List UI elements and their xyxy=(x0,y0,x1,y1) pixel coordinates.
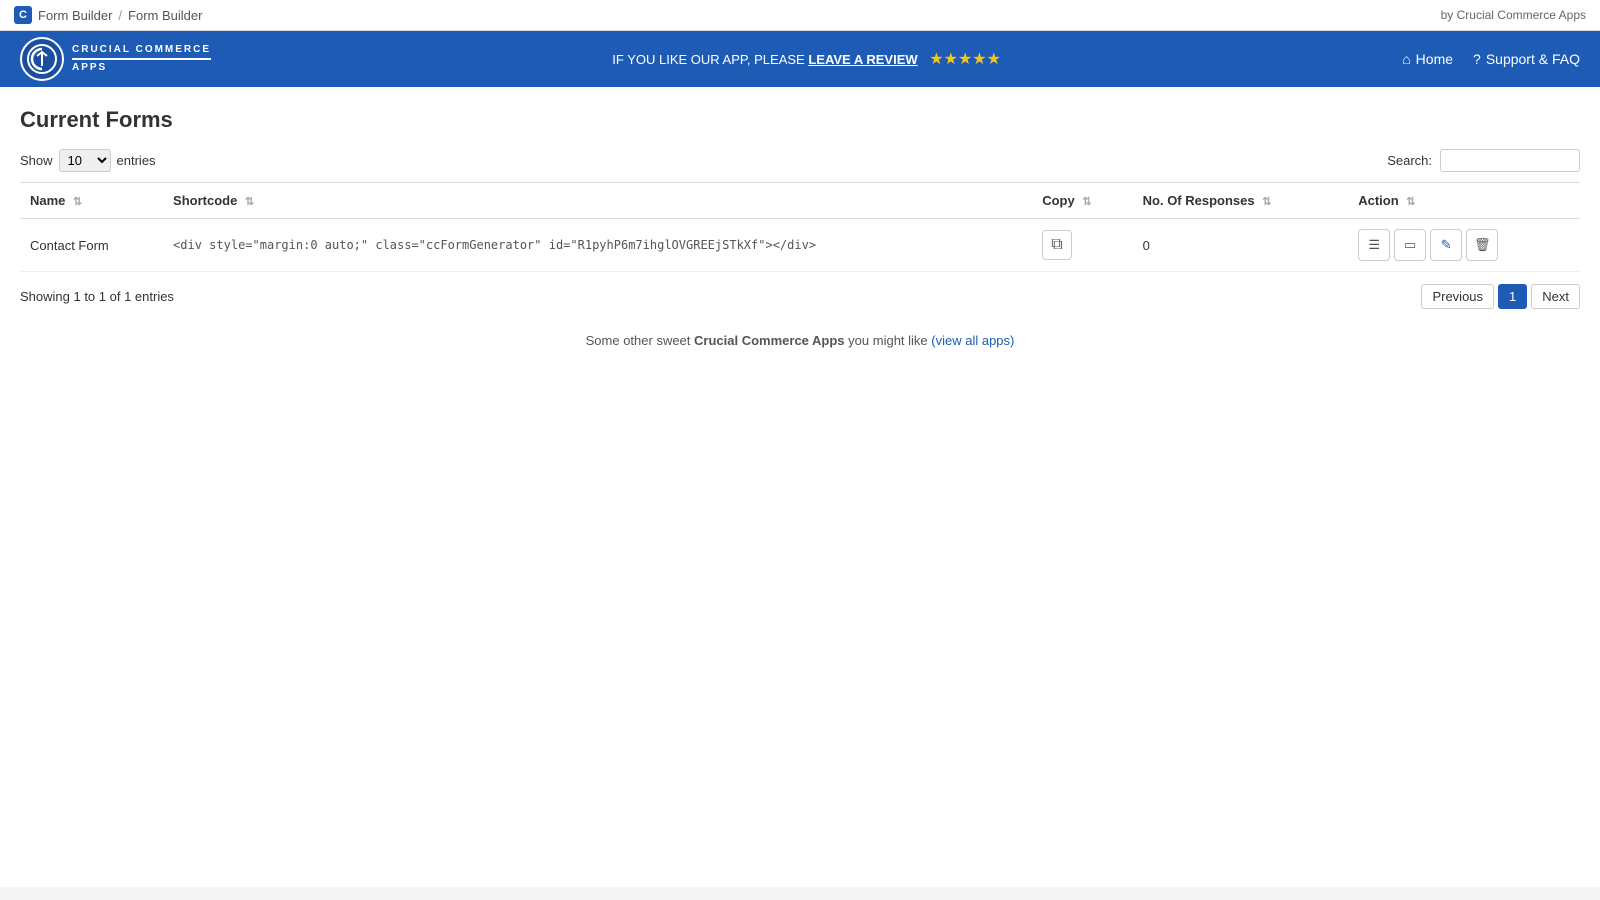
footer-note: Some other sweet Crucial Commerce Apps y… xyxy=(20,333,1580,348)
top-bar: C Form Builder / Form Builder by Crucial… xyxy=(0,0,1600,31)
breadcrumb-1[interactable]: Form Builder xyxy=(38,8,112,23)
breadcrumb-separator: / xyxy=(118,8,122,23)
search-row: Search: xyxy=(1387,149,1580,172)
table-header: Name ⇅ Shortcode ⇅ Copy ⇅ No. Of Respons… xyxy=(20,183,1580,219)
col-responses: No. Of Responses ⇅ xyxy=(1133,183,1349,219)
copy-cell: ⧉ xyxy=(1032,219,1132,272)
nav-right: ⌂ Home ? Support & FAQ xyxy=(1402,51,1580,67)
view-all-apps-link[interactable]: (view all apps) xyxy=(931,333,1014,348)
trash-icon: 🗑 xyxy=(1474,237,1491,253)
nav-center-promo: IF YOU LIKE OUR APP, PLEASE LEAVE A REVI… xyxy=(211,49,1402,69)
action-cell: ☰ ▭ ✎ 🗑 xyxy=(1348,219,1580,272)
nav-logo-icon xyxy=(20,37,64,81)
support-nav-item[interactable]: ? Support & FAQ xyxy=(1473,51,1580,67)
footer-text-before: Some other sweet xyxy=(586,333,691,348)
nav-bar: CRUCIAL COMMERCE APPS IF YOU LIKE OUR AP… xyxy=(0,31,1600,87)
promo-text: IF YOU LIKE OUR APP, PLEASE xyxy=(612,52,804,67)
entries-label: entries xyxy=(117,153,156,168)
entries-per-page-select[interactable]: 10 25 50 100 xyxy=(59,149,111,172)
forms-table: Name ⇅ Shortcode ⇅ Copy ⇅ No. Of Respons… xyxy=(20,182,1580,272)
sort-copy-icon[interactable]: ⇅ xyxy=(1082,196,1091,208)
edit-button[interactable]: ✎ xyxy=(1430,229,1462,261)
delete-button[interactable]: 🗑 xyxy=(1466,229,1498,261)
show-entries: Show 10 25 50 100 entries xyxy=(20,149,156,172)
col-action: Action ⇅ xyxy=(1348,183,1580,219)
showing-entries-text: Showing 1 to 1 of 1 entries xyxy=(20,289,174,304)
preview-icon: ▭ xyxy=(1404,237,1416,253)
support-label: Support & FAQ xyxy=(1486,51,1580,67)
action-buttons: ☰ ▭ ✎ 🗑 xyxy=(1358,229,1570,261)
sort-responses-icon[interactable]: ⇅ xyxy=(1262,196,1271,208)
sort-action-icon[interactable]: ⇅ xyxy=(1406,196,1415,208)
sort-shortcode-icon[interactable]: ⇅ xyxy=(245,196,254,208)
responses-cell: 0 xyxy=(1133,219,1349,272)
copy-shortcode-button[interactable]: ⧉ xyxy=(1042,230,1071,260)
table-body: Contact Form <div style="margin:0 auto;"… xyxy=(20,219,1580,272)
top-bar-by-label: by Crucial Commerce Apps xyxy=(1441,8,1586,22)
shortcode-cell: <div style="margin:0 auto;" class="ccFor… xyxy=(163,219,1032,272)
form-name-cell: Contact Form xyxy=(20,219,163,272)
sort-name-icon[interactable]: ⇅ xyxy=(73,196,82,208)
current-page-number[interactable]: 1 xyxy=(1498,284,1527,309)
home-nav-item[interactable]: ⌂ Home xyxy=(1402,51,1453,67)
search-label: Search: xyxy=(1387,153,1432,168)
show-label: Show xyxy=(20,153,53,168)
search-input[interactable] xyxy=(1440,149,1580,172)
leave-review-link[interactable]: LEAVE A REVIEW xyxy=(808,52,917,67)
edit-icon: ✎ xyxy=(1441,237,1452,253)
view-responses-button[interactable]: ☰ xyxy=(1358,229,1390,261)
breadcrumb-2: Form Builder xyxy=(128,8,202,23)
page-title: Current Forms xyxy=(20,107,1580,133)
home-icon: ⌂ xyxy=(1402,51,1410,67)
footer-brand: Crucial Commerce Apps xyxy=(694,333,845,348)
next-page-button[interactable]: Next xyxy=(1531,284,1580,309)
table-row: Contact Form <div style="margin:0 auto;"… xyxy=(20,219,1580,272)
home-label: Home xyxy=(1416,51,1453,67)
previous-page-button[interactable]: Previous xyxy=(1421,284,1494,309)
col-shortcode: Shortcode ⇅ xyxy=(163,183,1032,219)
main-content: Current Forms Show 10 25 50 100 entries … xyxy=(0,87,1600,887)
list-icon: ☰ xyxy=(1368,237,1380,253)
copy-icon: ⧉ xyxy=(1051,236,1062,254)
nav-logo-text: CRUCIAL COMMERCE APPS xyxy=(72,44,211,74)
top-bar-logo-icon: C xyxy=(14,6,32,24)
support-icon: ? xyxy=(1473,51,1481,67)
preview-button[interactable]: ▭ xyxy=(1394,229,1426,261)
col-copy: Copy ⇅ xyxy=(1032,183,1132,219)
controls-row: Show 10 25 50 100 entries Search: xyxy=(20,149,1580,172)
footer-text-after: you might like xyxy=(848,333,927,348)
col-name: Name ⇅ xyxy=(20,183,163,219)
bottom-row: Showing 1 to 1 of 1 entries Previous 1 N… xyxy=(20,284,1580,309)
review-stars: ★★★★★ xyxy=(929,51,1001,68)
nav-logo[interactable]: CRUCIAL COMMERCE APPS xyxy=(20,37,211,81)
pagination: Previous 1 Next xyxy=(1421,284,1580,309)
